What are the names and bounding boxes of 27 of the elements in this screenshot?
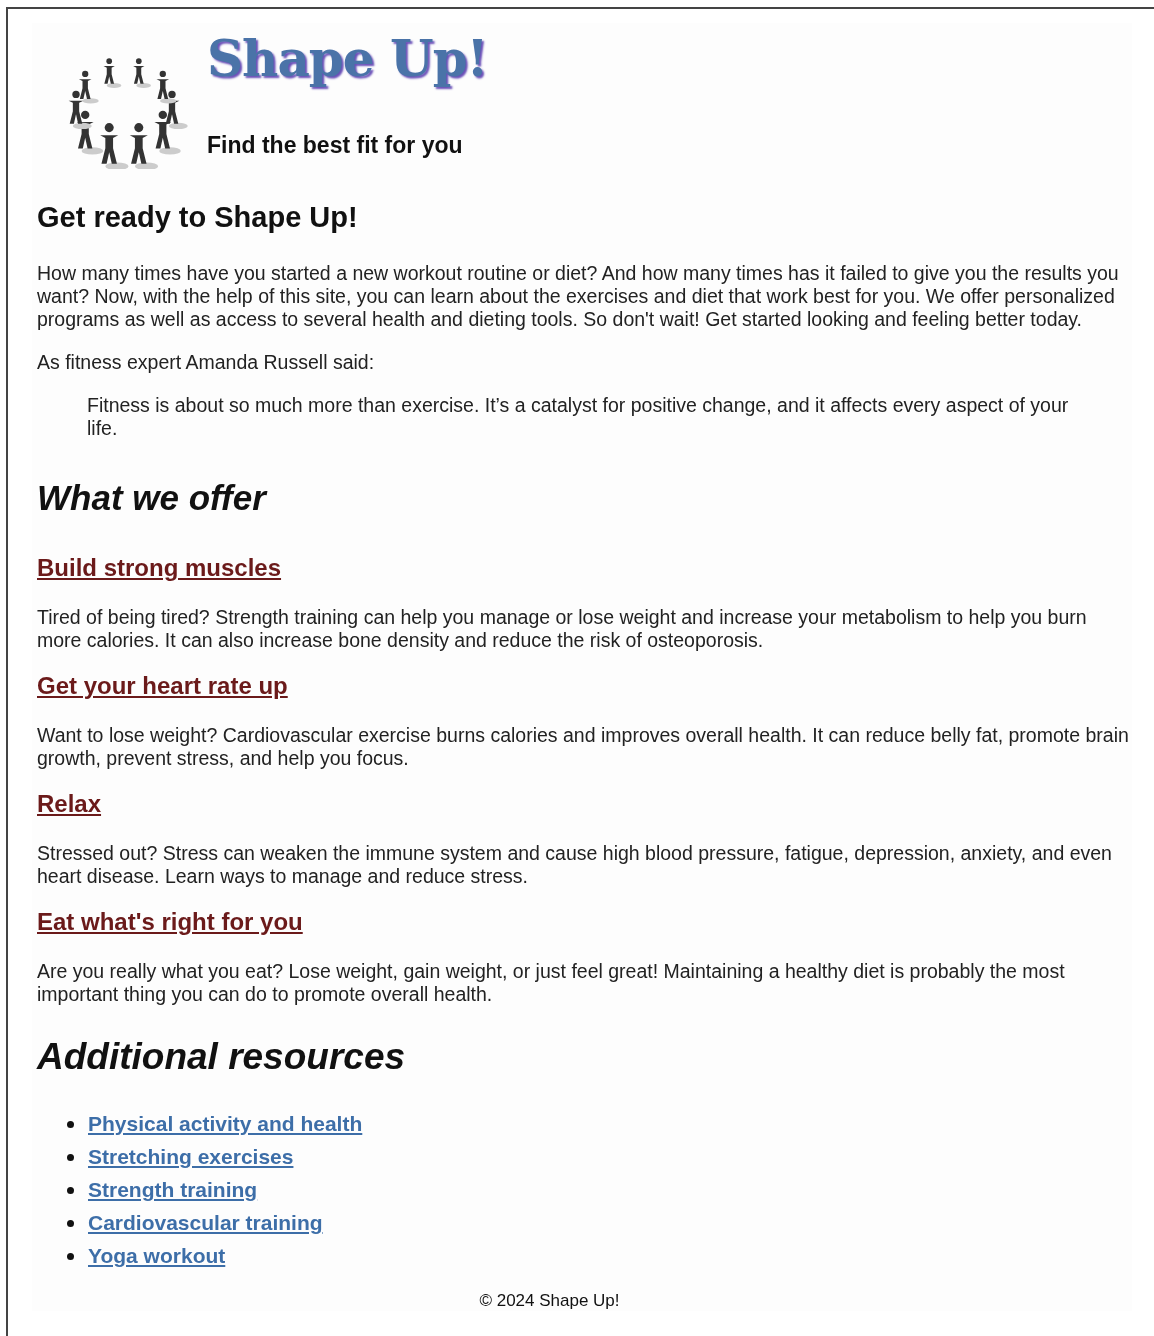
section-heading: Get ready to Shape Up! <box>37 201 359 234</box>
quote: Fitness is about so much more than exercise. It’s a catalyst for positive change, and it affects every aspect of your life. <box>87 394 1070 440</box>
paragraph: Tired of being tired? Strength training can help you manage or lose weight and increase your metabolism to help you burn more calories. It can also increase bone density and reduce the risk of osteoporosis. <box>37 606 1088 652</box>
section-heading: What we offer <box>37 478 269 518</box>
section-link[interactable]: Relax <box>37 790 102 817</box>
paragraph: As fitness expert Amanda Russell said: <box>37 351 376 374</box>
paragraph: How many times have you started a new workout routine or diet? And how many times has it failed to give you the results you want? Now, with the help of this site, you can learn about the exercises and diet that work best for you. We offer personalized programs as well as access to several health and dieting tools. So don't wait! Get started looking and feeling better today. <box>37 262 1120 331</box>
bullet-icon <box>67 1252 74 1260</box>
resource-link[interactable]: Physical activity and health <box>88 1112 363 1136</box>
section-heading: Additional resources <box>37 1036 407 1078</box>
resource-link[interactable]: Cardiovascular training <box>88 1211 323 1235</box>
bullet-icon <box>67 1219 74 1227</box>
resource-link[interactable]: Strength training <box>88 1178 258 1202</box>
footer-text: © 2024 Shape Up! <box>479 1291 620 1311</box>
paragraph: Stressed out? Stress can weaken the immune system and cause high blood pressure, fatigue, depression, anxiety, and even heart disease. Learn ways to manage and reduce stress. <box>37 842 1113 888</box>
paragraph: Want to lose weight? Cardiovascular exercise burns calories and improves overall health. It can reduce belly fat, promote brain growth, prevent stress, and help you focus. <box>37 724 1130 770</box>
site-title: Shape Up! <box>207 29 488 88</box>
resource-link[interactable]: Stretching exercises <box>88 1145 294 1169</box>
tagline: Find the best fit for you <box>207 132 464 159</box>
bullet-icon <box>67 1120 74 1128</box>
bullet-icon <box>67 1153 74 1161</box>
section-link[interactable]: Build strong muscles <box>37 554 282 581</box>
section-link[interactable]: Get your heart rate up <box>37 672 288 699</box>
paragraph: Are you really what you eat? Lose weight, gain weight, or just feel great! Maintaining a healthy diet is probably the most important thing you can do to promote overall health. <box>37 960 1066 1006</box>
resource-link[interactable]: Yoga workout <box>88 1244 226 1268</box>
section-link[interactable]: Eat what's right for you <box>37 908 303 935</box>
bullet-icon <box>67 1186 74 1194</box>
